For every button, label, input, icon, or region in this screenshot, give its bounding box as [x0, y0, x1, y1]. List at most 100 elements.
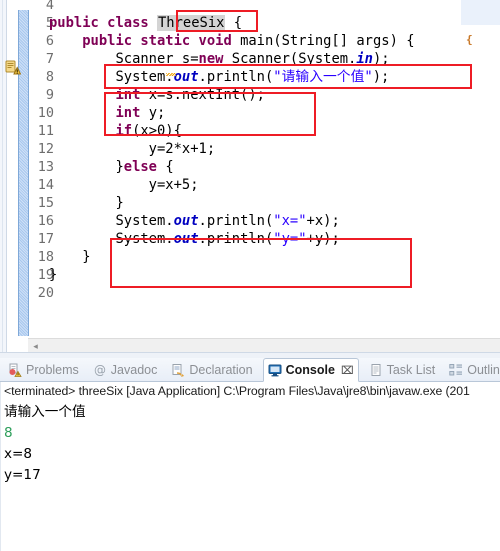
code-token: "请输入一个值" — [273, 69, 373, 85]
line-number: 10 — [37, 105, 54, 121]
code-token: main(String[] args) { — [240, 33, 415, 49]
tasklist-icon — [369, 363, 383, 377]
console-output-line: x=8 — [4, 446, 33, 462]
process-status-line: <terminated> threeSix [Java Application]… — [4, 384, 470, 398]
code-token: Scanner(System. — [231, 51, 357, 67]
tab-label: Console — [285, 363, 335, 377]
line-number: 17 — [37, 231, 54, 247]
tab-label: Problems — [26, 362, 79, 377]
tab-label: Declaration — [189, 362, 253, 377]
line-number: 14 — [37, 177, 54, 193]
code-token: +x); — [306, 213, 340, 229]
code-line[interactable]: int x=s.nextInt(); — [49, 86, 265, 104]
line-number: 16 — [37, 213, 54, 229]
editor-horizontal-scrollbar[interactable]: ◂ — [28, 338, 500, 353]
tab-label: Javadoc — [110, 362, 158, 377]
overview-ruler-band — [461, 0, 500, 25]
line-number: 20 — [37, 285, 54, 301]
tab-declaration[interactable]: Declaration — [167, 358, 256, 381]
code-line[interactable]: }else { — [49, 158, 174, 176]
line-number: 6 — [45, 33, 54, 49]
line-number: 12 — [37, 141, 54, 157]
code-line[interactable]: System.out.println("请输入一个值"); — [49, 68, 389, 86]
code-token: else — [123, 159, 166, 175]
code-line[interactable]: System.out.println("y="+y); — [49, 230, 340, 248]
code-token: } — [49, 249, 91, 265]
code-line[interactable]: if(x>0){ — [49, 122, 182, 140]
code-token: ); — [373, 51, 390, 67]
code-line[interactable]: public static void main(String[] args) { — [49, 32, 415, 50]
code-token: System. — [49, 231, 174, 247]
scroll-left-arrow-icon[interactable]: ◂ — [30, 341, 41, 352]
overview-ruler-mark[interactable]: { — [466, 33, 473, 46]
line-number: 5 — [45, 15, 54, 31]
tab-console[interactable]: Console ⌧ — [262, 358, 359, 382]
code-token: int — [115, 105, 149, 121]
console-left-border — [0, 382, 1, 551]
code-token: x=s.nextInt(); — [148, 87, 265, 103]
tab-task-list[interactable]: Task List — [365, 358, 440, 381]
code-token: (x>0){ — [132, 123, 182, 139]
code-token: { — [165, 159, 174, 175]
console-output-area[interactable]: 请输入一个值 8 x=8 y=17 — [4, 402, 498, 486]
console-output-line: 请输入一个值 — [4, 404, 86, 420]
close-icon[interactable]: ⌧ — [341, 364, 354, 377]
code-token: +y); — [306, 231, 340, 247]
tab-label: Outline — [467, 362, 500, 377]
code-token: .println( — [198, 213, 274, 229]
code-token: System. — [49, 69, 174, 85]
console-output-line: y=17 — [4, 467, 41, 483]
console-icon — [268, 363, 282, 377]
line-number: 15 — [37, 195, 54, 211]
code-token: in — [356, 51, 373, 67]
code-token: Scanner s= — [49, 51, 199, 67]
tab-problems[interactable]: Problems — [4, 358, 83, 381]
code-token: "x=" — [273, 213, 307, 229]
code-token: new — [198, 51, 232, 67]
declaration-icon — [171, 363, 185, 377]
selected-token: ThreeSix — [156, 15, 226, 31]
code-line[interactable]: y=x+5; — [49, 176, 199, 194]
code-line[interactable]: y=2*x+1; — [49, 140, 215, 158]
line-number: 19 — [37, 267, 54, 283]
line-number: 11 — [37, 123, 54, 139]
outline-icon — [449, 363, 463, 377]
code-line[interactable]: } — [49, 194, 124, 212]
code-token: System. — [49, 213, 174, 229]
code-line[interactable]: Scanner s=new Scanner(System.in); — [49, 50, 390, 68]
code-token: } — [49, 159, 124, 175]
code-text-area[interactable]: public class ThreeSix { public static vo… — [49, 0, 500, 340]
line-number: 13 — [37, 159, 54, 175]
svg-text:@: @ — [94, 363, 106, 377]
console-view-panel[interactable]: Problems @ Javadoc Declaration Console ⌧ Task … — [0, 358, 500, 551]
code-token: if — [115, 123, 133, 139]
code-token: } — [49, 195, 124, 211]
code-line[interactable]: System.out.println("x="+x); — [49, 212, 340, 230]
tab-javadoc[interactable]: @ Javadoc — [89, 358, 162, 381]
code-token: ); — [372, 69, 390, 85]
code-token: y=x+5; — [49, 177, 199, 193]
code-token: out — [173, 69, 199, 85]
code-line[interactable]: public class ThreeSix { — [49, 14, 242, 32]
console-output-line: 8 — [4, 425, 13, 441]
javadoc-icon: @ — [93, 363, 107, 377]
warning-squiggle — [166, 73, 176, 76]
code-line[interactable]: } — [49, 248, 91, 266]
code-token: public static void — [82, 33, 241, 49]
tab-outline[interactable]: Outline — [445, 358, 500, 381]
java-editor-panel[interactable]: 4 5 6 7 8 9 10 11 12 13 14 15 16 17 18 19 20 public clas… — [0, 0, 500, 356]
code-line[interactable]: int y; — [49, 104, 165, 122]
code-token: int — [115, 87, 149, 103]
code-token: y; — [148, 105, 166, 121]
line-number: 18 — [37, 249, 54, 265]
code-token: .println( — [198, 231, 274, 247]
line-number: 9 — [45, 87, 54, 103]
code-line[interactable]: } — [49, 266, 57, 284]
code-token: out — [173, 213, 199, 229]
code-token: public class — [49, 15, 157, 31]
view-tab-bar[interactable]: Problems @ Javadoc Declaration Console ⌧ Task … — [0, 358, 500, 382]
code-token: .println( — [198, 69, 274, 85]
